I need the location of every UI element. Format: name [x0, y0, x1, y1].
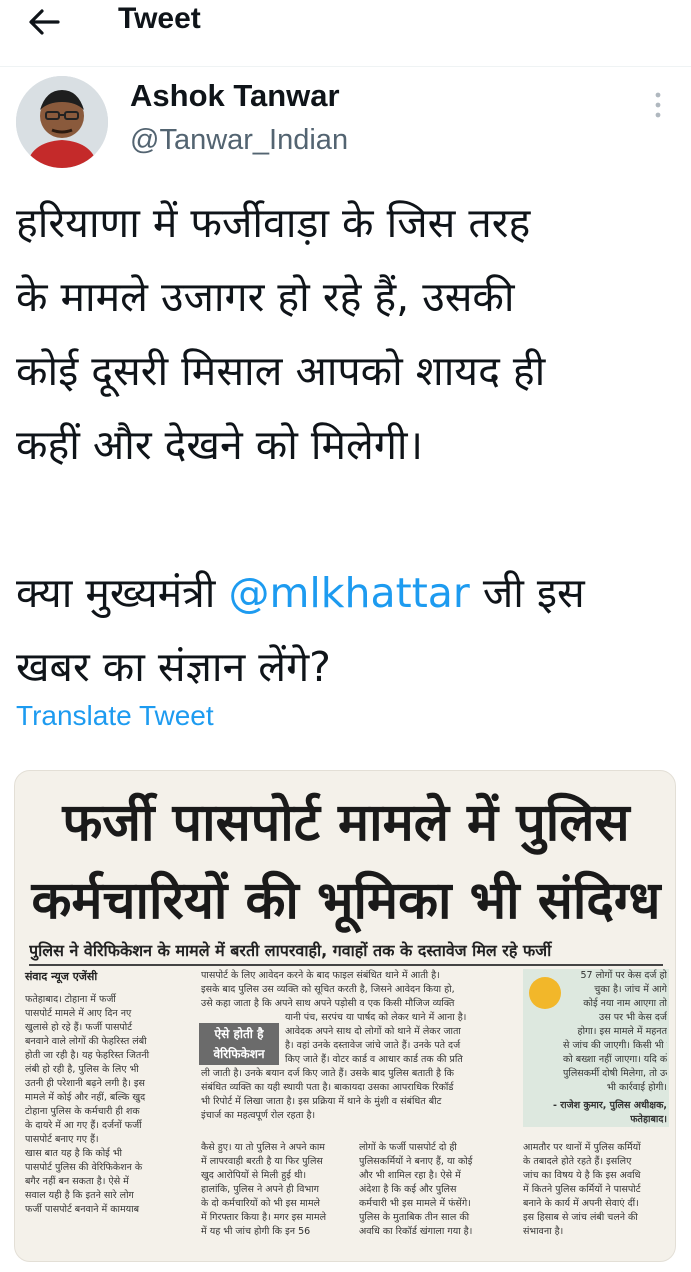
- news-text-line: से जांच की जाएगी। किसी भी दोषी: [563, 1040, 667, 1051]
- tweet-media-image[interactable]: फर्जी पासपोर्ट मामले में पुलिस कर्मचारिय…: [14, 770, 676, 1262]
- news-text-line: पासपोर्ट के लिए आवेदन करने के बाद फाइल स…: [201, 970, 440, 981]
- news-text-line: में यह भी जांच होगी कि इन 56: [201, 1226, 311, 1237]
- tweet-line: कोई दूसरी मिसाल आपको शायद ही: [16, 347, 546, 395]
- news-text-line: खास बात यह है कि कोई भी: [25, 1148, 122, 1159]
- news-text-line: भी रिपोर्ट में लिखा जाता है। इस प्रक्रिय…: [201, 1096, 442, 1107]
- news-text-line: होती जा रही है। यह फेहरिस्त जितनी: [25, 1050, 150, 1061]
- avatar-image: [16, 76, 108, 168]
- news-box-line: वेरिफिकेशन: [213, 1047, 265, 1061]
- news-body: संवाद न्यूज एजेंसी फतेहाबाद। टोहाना में …: [23, 969, 669, 1259]
- news-logo-icon: [529, 977, 561, 1009]
- news-column: कैसे हुए। या तो पुलिस ने अपने काम में लाप…: [201, 1141, 351, 1255]
- avatar[interactable]: [16, 76, 108, 168]
- news-text-line: को बख्शा नहीं जाएगा। यदि कोई: [563, 1054, 667, 1065]
- news-text-line: पासपोर्ट पुलिस की वेरिफिकेशन के: [25, 1162, 143, 1173]
- news-text-line: फतेहाबाद। टोहाना में फर्जी: [25, 994, 116, 1005]
- news-text-line: इंचार्ज का महत्वपूर्ण रोल रहता है।: [201, 1110, 316, 1121]
- news-text-line: पुलिसकर्मियों ने बनाए हैं, या कोई: [359, 1156, 473, 1167]
- news-text-line: के तबादले होते रहते हैं। इसलिए: [523, 1156, 632, 1167]
- tweet-line: खबर का संज्ञान लेंगे?: [16, 643, 331, 691]
- more-options-icon[interactable]: [650, 90, 666, 120]
- news-text-line: उसे कहा जाता है कि अपने साथ अपने पड़ोसी …: [201, 998, 455, 1009]
- news-text-line: चुका है। जांच में आगे: [594, 984, 667, 995]
- news-column: लोगों के फर्जी पासपोर्ट दो ही पुलिसकर्मिय…: [359, 1141, 517, 1255]
- news-text-line: खुलासे हो रहे हैं। फर्जी पासपोर्ट: [25, 1022, 133, 1033]
- news-text-line: भी कार्रवाई होगी।: [606, 1082, 667, 1093]
- news-text-line: कोई नया नाम आएगा तो: [583, 998, 667, 1009]
- tweet-text: हरियाणा में फर्जीवाड़ा के जिस तरह के माम…: [16, 186, 681, 704]
- news-text-line: पासपोर्ट मामले में आए दिन नए: [25, 1008, 132, 1019]
- news-subheadline: पुलिस ने वेरिफिकेशन के मामले में बरती ला…: [29, 939, 663, 966]
- news-text-line: लोगों के फर्जी पासपोर्ट दो ही: [359, 1142, 457, 1153]
- tweet-line: क्या मुख्यमंत्री @mlkhattar जी इस: [16, 556, 681, 630]
- news-text-line: कैसे हुए। या तो पुलिस ने अपने काम: [201, 1142, 325, 1153]
- news-text-line: उस पर भी केस दर्ज: [599, 1012, 667, 1023]
- news-column: आमतौर पर थानों में पुलिस कर्मियों के तबाद…: [523, 1141, 669, 1255]
- news-text-line: 57 लोगों पर केस दर्ज हो: [580, 970, 668, 981]
- news-quote-attribution: - राजेश कुमार, पुलिस अधीक्षक, फतेहाबाद।: [553, 1100, 667, 1125]
- news-text-line: के दो कर्मचारियों को भी इस मामले: [201, 1198, 320, 1209]
- news-box-line: ऐसे होती है: [214, 1027, 264, 1041]
- top-bar: Tweet: [0, 0, 691, 46]
- news-text-line: संभावना है।: [523, 1226, 564, 1237]
- news-text-line: पासपोर्ट बनाए गए हैं।: [25, 1134, 99, 1145]
- tweet-line: के मामले उजागर हो रहे हैं, उसकी: [16, 273, 515, 321]
- news-column: फतेहाबाद। टोहाना में फर्जी पासपोर्ट मामले…: [25, 993, 193, 1255]
- news-text-line: बगैर नहीं बन सकता है। ऐसे में: [25, 1176, 129, 1187]
- news-text-line: पुलिस के मुताबिक तीन साल की: [359, 1212, 470, 1223]
- news-text-line: और भी शामिल रहा है। ऐसे में: [359, 1170, 461, 1181]
- tweet-line: हरियाणा में फर्जीवाड़ा के जिस तरह: [16, 199, 531, 247]
- news-text-line: होगा। इस मामले में महनत: [577, 1026, 667, 1037]
- news-text-line: बनाने के कार्य में अपनी सेवाएं दीं।: [523, 1198, 639, 1209]
- news-text-line: आमतौर पर थानों में पुलिस कर्मियों: [523, 1142, 641, 1153]
- author-handle[interactable]: @Tanwar_Indian: [130, 124, 348, 157]
- news-text-line: के दायरे में आ गए हैं। दर्जनों फर्जी: [25, 1120, 142, 1131]
- back-arrow-icon[interactable]: [24, 2, 64, 42]
- news-text-line: जांच का विषय ये है कि इस अवधि: [523, 1170, 641, 1181]
- news-text-line: इसके बाद पुलिस उस व्यक्ति को सूचित करती …: [201, 984, 455, 995]
- news-headline: कर्मचारियों की भूमिका भी संदिग्ध: [31, 871, 661, 931]
- news-text-line: में गिरफ्तार किया है। मगर इस मामले: [201, 1212, 327, 1223]
- news-text-line: कर्मचारी भी इस मामले में फंसेंगे।: [359, 1198, 471, 1209]
- news-text-line: ली जाती है। उनके बयान दर्ज किए जाते हैं।…: [201, 1068, 454, 1079]
- news-text-line: अवधि का रिकॉर्ड खंगाला गया है।: [359, 1226, 473, 1237]
- header-divider: [0, 66, 691, 67]
- mention-link[interactable]: @mlkhattar: [228, 569, 469, 617]
- paragraph-break: [16, 482, 681, 556]
- translate-tweet-link[interactable]: Translate Tweet: [16, 700, 214, 732]
- news-text-line: उतनी ही परेशानी बढ़ने लगी है। इस: [25, 1078, 145, 1089]
- news-text-line: हालांकि, पुलिस ने अपने ही विभाग: [201, 1184, 319, 1195]
- news-text-line: इस हिसाब से जांच लंबी चलने की: [523, 1212, 638, 1223]
- news-info-box: ऐसे होती है वेरिफिकेशन: [199, 1023, 279, 1065]
- news-text-line: में कितने पुलिस कर्मियों ने पासपोर्ट: [523, 1184, 641, 1195]
- news-source: संवाद न्यूज एजेंसी: [25, 970, 98, 983]
- news-text-line: खुद आरोपियों से मिली हुई थी।: [201, 1170, 307, 1181]
- news-text-line: लंबी हो रही है, पुलिस के लिए भी: [25, 1064, 139, 1075]
- tweet-text-fragment: क्या मुख्यमंत्री: [16, 569, 229, 617]
- news-quote: 57 लोगों पर केस दर्ज हो चुका है। जांच में…: [563, 969, 667, 1097]
- news-text-line: संबंधित व्यक्ति का यही स्थायी पता है। बा…: [201, 1082, 454, 1093]
- news-text-line: फर्जी पासपोर्ट बनवाने में कामयाब: [25, 1204, 140, 1215]
- tweet-text-fragment: जी इस: [469, 569, 585, 617]
- news-headline: फर्जी पासपोर्ट मामले में पुलिस: [62, 793, 630, 853]
- news-text-line: में लापरवाही बरती है या फिर पुलिस: [201, 1156, 323, 1167]
- news-text-line: पुलिसकर्मी दोषी मिलेगा, तो उस पर: [563, 1068, 667, 1079]
- news-text-line: बनवाने वाले लोगों की फेहरिस्त लंबी: [25, 1036, 147, 1047]
- news-text-line: अंदेशा है कि कई और पुलिस: [359, 1184, 457, 1195]
- author-name[interactable]: Ashok Tanwar: [130, 78, 340, 114]
- news-text-line: सवाल यही है कि इतने सारे लोग: [25, 1190, 134, 1201]
- tweet-line: कहीं और देखने को मिलेगी।: [16, 421, 424, 469]
- news-text-line: मामले में कोई और नहीं, बल्कि खुद: [25, 1092, 146, 1103]
- page-title: Tweet: [118, 2, 201, 35]
- news-text-line: टोहाना पुलिस के कर्मचारी ही शक: [25, 1106, 140, 1117]
